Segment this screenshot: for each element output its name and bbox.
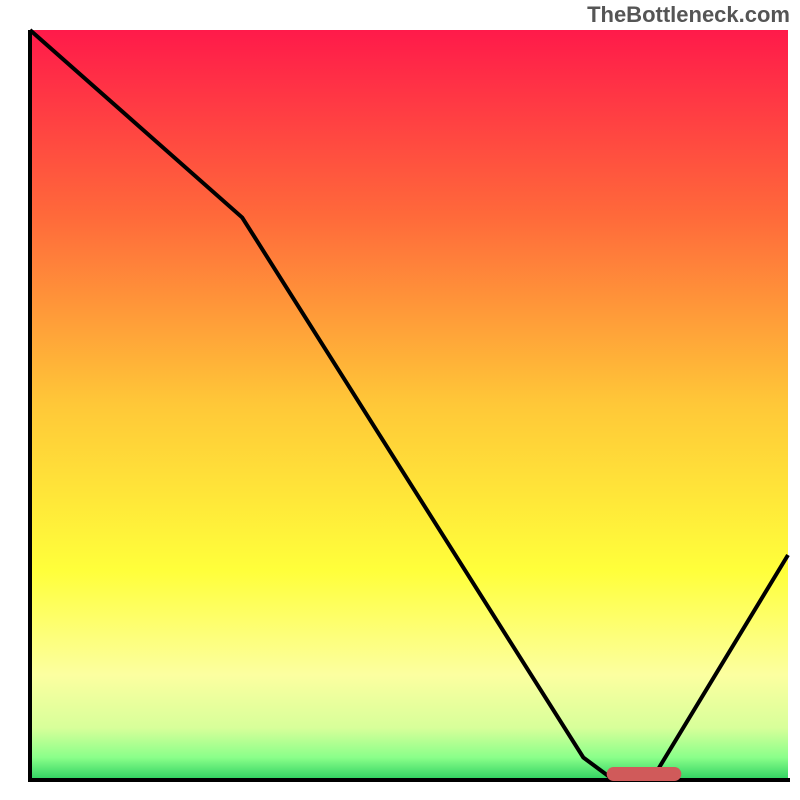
watermark-text: TheBottleneck.com xyxy=(587,2,790,28)
chart-gradient-bg xyxy=(30,30,788,780)
bottleneck-chart xyxy=(0,0,800,800)
